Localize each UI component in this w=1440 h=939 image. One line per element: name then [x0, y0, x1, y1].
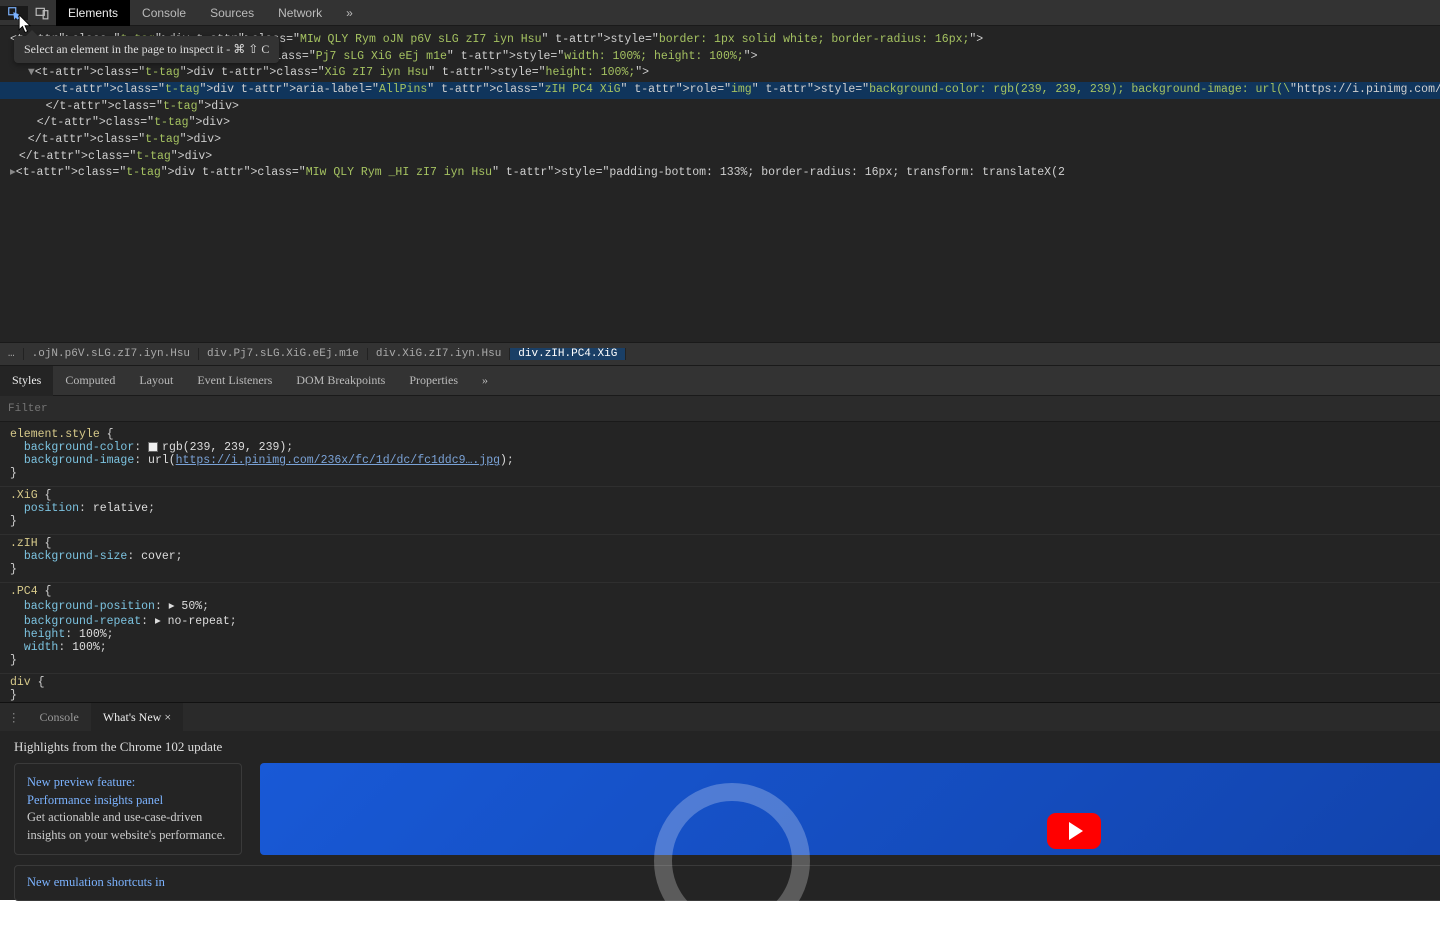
youtube-play-icon[interactable]: [1047, 813, 1101, 849]
card-link[interactable]: Performance insights panel: [27, 793, 163, 807]
dom-node[interactable]: ▸<t-attr">class="t-tag">div t-attr">clas…: [0, 165, 1440, 182]
breadcrumb-item[interactable]: div.Pj7.sLG.XiG.eEj.m1e: [199, 348, 368, 360]
card-title: New preview feature:: [27, 775, 135, 789]
css-rule[interactable]: div {user agent stylesheet}: [0, 674, 1440, 702]
css-rule[interactable]: .zIH {_client-aut…bf559.css:1 background…: [0, 535, 1440, 583]
dom-node[interactable]: </t-attr">class="t-tag">div>: [0, 115, 1440, 132]
card-body: Get actionable and use-case-driven insig…: [27, 810, 225, 842]
breadcrumb-item[interactable]: .ojN.p6V.sLG.zI7.iyn.Hsu: [24, 348, 199, 360]
device-toolbar-icon[interactable]: [28, 6, 56, 20]
devtools-tab-elements[interactable]: Elements: [56, 0, 130, 26]
styles-panel[interactable]: element.style { background-color: rgb(23…: [0, 422, 1440, 702]
card-title: New emulation shortcuts in: [27, 875, 165, 889]
dom-node[interactable]: </t-attr">class="t-tag">div>: [0, 132, 1440, 149]
devtools-tab-sources[interactable]: Sources: [198, 0, 266, 26]
styles-tab[interactable]: Properties: [397, 366, 470, 396]
dom-tree[interactable]: <t-attr">class="t-tag">div t-attr">class…: [0, 26, 1440, 342]
inspect-tooltip: Select an element in the page to inspect…: [14, 36, 279, 63]
styles-tab[interactable]: Layout: [127, 366, 185, 396]
whatsnew-video[interactable]: new: [260, 763, 1440, 855]
breadcrumb-item[interactable]: div.zIH.PC4.XiG: [510, 348, 626, 360]
devtools-tab-network[interactable]: Network: [266, 0, 334, 26]
drawer-tab-close-icon[interactable]: ×: [164, 710, 171, 725]
breadcrumb[interactable]: ….ojN.p6V.sLG.zI7.iyn.Hsudiv.Pj7.sLG.XiG…: [0, 342, 1440, 366]
dom-node[interactable]: </t-attr">class="t-tag">div>: [0, 149, 1440, 166]
css-rule[interactable]: .PC4 {_client-aut…bf559.css:1 background…: [0, 583, 1440, 674]
styles-filter-input[interactable]: [8, 403, 1440, 415]
inspect-element-icon[interactable]: [0, 6, 28, 20]
dom-node[interactable]: ▼<t-attr">class="t-tag">div t-attr">clas…: [0, 65, 1440, 82]
whatsnew-card-1[interactable]: New preview feature: Performance insight…: [14, 763, 242, 855]
styles-tab[interactable]: DOM Breakpoints: [284, 366, 397, 396]
devtools-tab-console[interactable]: Console: [130, 0, 198, 26]
css-rule[interactable]: element.style { background-color: rgb(23…: [0, 426, 1440, 487]
drawer-tab-whatsnew[interactable]: What's New ×: [91, 703, 183, 731]
styles-tab[interactable]: Event Listeners: [185, 366, 284, 396]
css-rule[interactable]: .XiG {_client-aut…bf559.css:1 position: …: [0, 487, 1440, 535]
devtools-tab-more[interactable]: »: [334, 0, 365, 26]
styles-tab[interactable]: Computed: [53, 366, 127, 396]
breadcrumb-item[interactable]: …: [0, 348, 24, 360]
dom-node[interactable]: </t-attr">class="t-tag">div>: [0, 99, 1440, 116]
styles-tab[interactable]: Styles: [0, 366, 53, 396]
breadcrumb-item[interactable]: div.XiG.zI7.iyn.Hsu: [368, 348, 510, 360]
dom-node[interactable]: <t-attr">class="t-tag">div t-attr">aria-…: [0, 82, 1440, 99]
styles-tab-more[interactable]: »: [470, 366, 500, 396]
whatsnew-headline: Highlights from the Chrome 102 update: [0, 731, 1440, 763]
drawer-tab-console[interactable]: Console: [28, 703, 91, 731]
drawer-menu-icon[interactable]: ⋮: [0, 710, 28, 725]
